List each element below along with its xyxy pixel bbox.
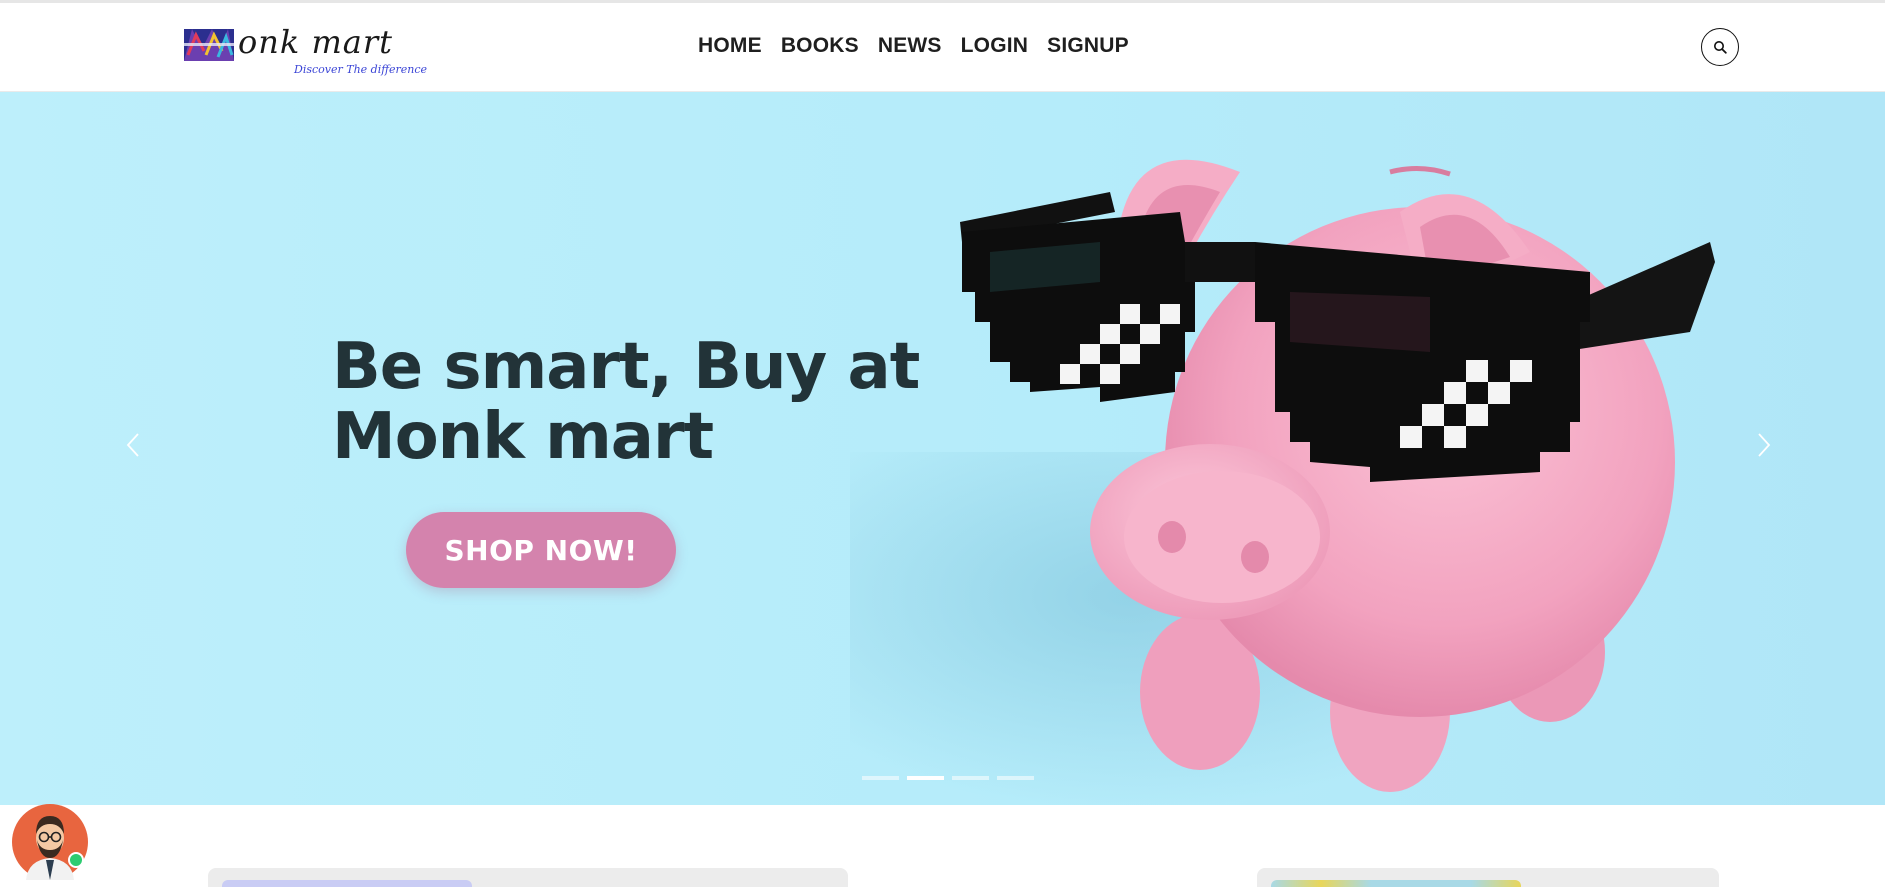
carousel-prev-button[interactable] <box>121 430 145 460</box>
product-card-image <box>1271 880 1521 887</box>
carousel-indicator-1[interactable] <box>862 776 899 780</box>
support-agent-avatar-icon[interactable] <box>12 804 88 880</box>
hero-carousel: Be smart, Buy at Monk mart SHOP NOW! <box>0 92 1885 805</box>
site-header: onk mart Discover The difference HOME BO… <box>0 3 1885 92</box>
logo[interactable]: onk mart Discover The difference <box>184 21 428 81</box>
product-card[interactable] <box>208 868 848 887</box>
product-card[interactable] <box>1257 868 1719 887</box>
page: onk mart Discover The difference HOME BO… <box>0 0 1885 887</box>
nav-signup[interactable]: SIGNUP <box>1047 34 1129 58</box>
nav-login[interactable]: LOGIN <box>961 34 1029 58</box>
nav-books[interactable]: BOOKS <box>781 34 859 58</box>
main-nav: HOME BOOKS NEWS LOGIN SIGNUP <box>698 31 1129 61</box>
product-card-image <box>222 880 472 887</box>
hero-headline-line1: Be smart, Buy at <box>332 330 920 404</box>
logo-tagline: Discover The difference <box>294 63 428 76</box>
online-status-indicator <box>68 852 84 868</box>
carousel-indicators <box>862 776 1034 780</box>
logo-text: onk mart <box>238 23 394 61</box>
piggy-bank-image <box>960 159 1715 792</box>
logo-mark-icon <box>184 29 234 61</box>
carousel-indicator-4[interactable] <box>997 776 1034 780</box>
search-icon <box>1714 41 1727 54</box>
chevron-left-icon <box>126 433 139 457</box>
hero-headline-line2: Monk mart <box>332 400 714 474</box>
search-button[interactable] <box>1701 28 1739 66</box>
carousel-next-button[interactable] <box>1752 430 1776 460</box>
nav-home[interactable]: HOME <box>698 34 762 58</box>
chevron-right-icon <box>1758 433 1771 457</box>
shop-now-button[interactable]: SHOP NOW! <box>406 512 676 588</box>
hero-headline: Be smart, Buy at Monk mart <box>332 332 952 472</box>
nav-news[interactable]: NEWS <box>878 34 942 58</box>
carousel-indicator-3[interactable] <box>952 776 989 780</box>
carousel-indicator-2[interactable] <box>907 776 944 780</box>
